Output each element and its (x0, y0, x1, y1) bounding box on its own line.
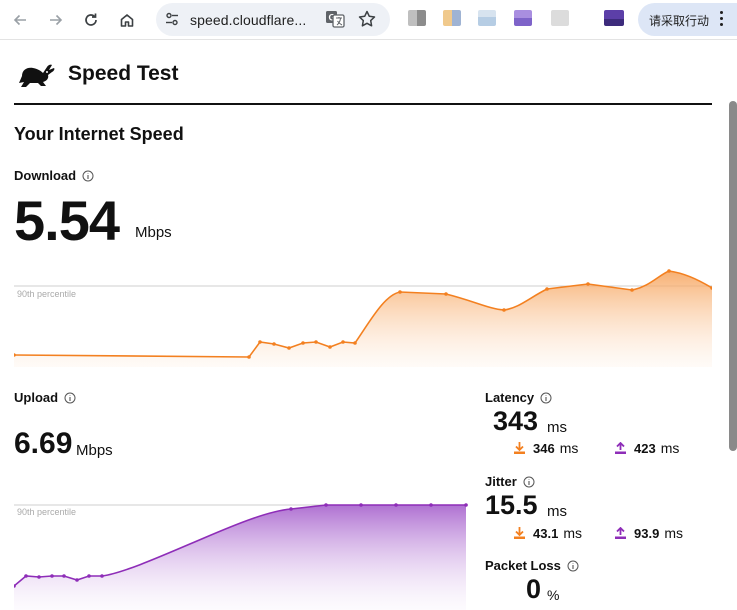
upload-label-row: Upload (14, 390, 76, 405)
section-title: Your Internet Speed (14, 124, 184, 144)
jitter-upload-unit: ms (664, 525, 683, 541)
jitter-download-value: 43.1 (533, 525, 559, 541)
pinned-tab[interactable] (443, 10, 461, 26)
latency-download-metric: 346 ms (514, 440, 578, 456)
home-button[interactable] (113, 6, 141, 34)
jitter-value: 15.5 (485, 490, 538, 520)
latency-unit: ms (547, 419, 567, 436)
translate-icon[interactable]: G (325, 9, 345, 29)
jitter-label: Jitter (485, 474, 517, 489)
pinned-tab[interactable] (604, 10, 624, 26)
jitter-upload-value: 93.9 (634, 525, 660, 541)
pinned-tab[interactable] (408, 10, 426, 26)
upload-arrow-icon (615, 527, 626, 539)
info-icon[interactable] (523, 476, 535, 488)
back-arrow-icon (13, 14, 26, 26)
latency-download-unit: ms (559, 440, 579, 456)
pinned-tab[interactable] (514, 10, 532, 26)
brand-title: Speed Test (68, 62, 179, 85)
forward-arrow-icon (50, 14, 63, 26)
download-arrow-icon (514, 442, 525, 454)
rabbit-logo-icon (19, 64, 55, 87)
forward-button[interactable] (42, 6, 70, 34)
packet-loss-unit: % (547, 587, 560, 603)
latency-label-row: Latency (485, 390, 552, 405)
jitter-download-metric: 43.1 ms (514, 525, 582, 541)
info-icon[interactable] (82, 170, 94, 182)
info-icon[interactable] (567, 560, 579, 572)
upload-arrow-icon (615, 442, 626, 454)
latency-label: Latency (485, 390, 535, 405)
info-icon[interactable] (540, 392, 552, 404)
download-value: 5.54 (14, 189, 120, 252)
download-label-row: Download (14, 168, 94, 183)
pinned-tab[interactable] (551, 10, 569, 26)
url-text[interactable]: speed.cloudflare... (190, 12, 306, 28)
page-scrollbar[interactable] (729, 101, 737, 451)
latency-download-value: 346 (533, 440, 555, 456)
latency-upload-metric: 423 ms (615, 440, 679, 456)
jitter-download-unit: ms (563, 525, 582, 541)
download-label: Download (14, 168, 77, 183)
upload-unit: Mbps (76, 442, 113, 459)
pinned-tab[interactable] (478, 10, 496, 26)
packet-loss-value: 0 (526, 574, 542, 604)
jitter-label-row: Jitter (485, 474, 535, 489)
take-action-label: 请采取行动 (649, 14, 710, 28)
latency-upload-unit: ms (660, 440, 680, 456)
site-info-icon[interactable] (164, 11, 180, 27)
download-area (14, 271, 712, 367)
reload-button[interactable] (77, 6, 105, 34)
packet-loss-label: Packet Loss (485, 558, 561, 573)
address-bar[interactable]: speed.cloudflare... (156, 3, 390, 36)
bookmark-star-icon[interactable] (357, 9, 377, 29)
upload-percentile-label: 90th percentile (17, 507, 76, 517)
reload-icon (85, 13, 97, 26)
upload-area (14, 505, 466, 610)
back-button[interactable] (6, 6, 34, 34)
download-unit: Mbps (135, 224, 172, 241)
home-icon (120, 14, 134, 27)
jitter-unit: ms (547, 503, 567, 520)
upload-label: Upload (14, 390, 59, 405)
download-percentile-label: 90th percentile (17, 289, 76, 299)
info-icon[interactable] (64, 392, 76, 404)
latency-upload-value: 423 (634, 440, 656, 456)
download-chart: 90th percentile (14, 269, 712, 367)
header-divider (14, 103, 712, 105)
latency-value: 343 (493, 406, 539, 436)
packet-loss-label-row: Packet Loss (485, 558, 579, 573)
download-arrow-icon (514, 527, 525, 539)
take-action-button[interactable]: 请采取行动 (638, 3, 737, 36)
jitter-upload-metric: 93.9 ms (615, 525, 683, 541)
menu-kebab-icon[interactable] (718, 11, 724, 29)
upload-chart: 90th percentile (14, 503, 468, 610)
browser-toolbar: speed.cloudflare... G 请采取行动 (0, 0, 737, 40)
brand-header: Speed Test (16, 59, 178, 89)
speed-test-page: Speed Test Your Internet Speed Download … (0, 41, 737, 610)
upload-value: 6.69 (14, 427, 73, 460)
